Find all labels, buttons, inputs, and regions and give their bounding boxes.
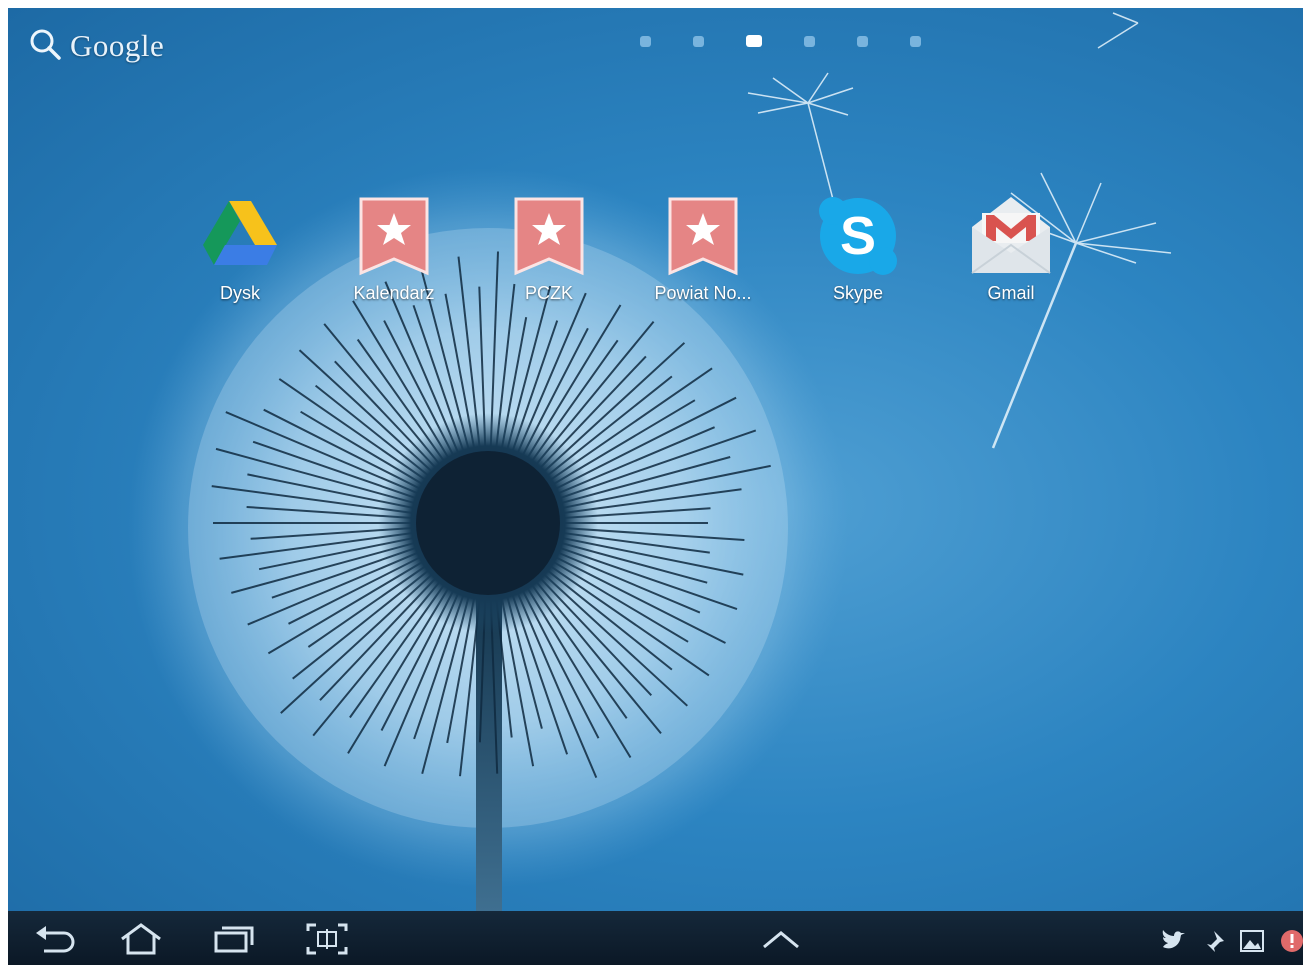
app-label: Kalendarz (353, 283, 435, 303)
home-screen: Google Dysk Kalendarz PCZK Powiat No... … (8, 8, 1303, 911)
alert-icon[interactable] (1278, 927, 1303, 955)
skype-icon: S (815, 193, 901, 279)
app-label: Dysk (220, 283, 260, 303)
app-shortcut-dysk[interactable]: Dysk (175, 193, 305, 313)
app-label: PCZK (524, 283, 573, 303)
app-shortcut-powiat[interactable]: Powiat No... (638, 193, 768, 313)
app-shortcut-kalendarz[interactable]: Kalendarz (329, 193, 459, 313)
home-icon (121, 923, 161, 955)
app-label: Powiat No... (654, 283, 752, 303)
page-indicator (640, 34, 921, 48)
gallery-icon[interactable] (1238, 927, 1266, 955)
bookmark-star-icon (660, 193, 746, 279)
page-dot[interactable] (693, 35, 704, 47)
recent-apps-button[interactable] (208, 921, 258, 957)
bookmark-star-icon (351, 193, 437, 279)
page-dot[interactable] (857, 35, 868, 47)
app-drawer-button[interactable] (756, 921, 806, 957)
search-icon (28, 27, 62, 66)
page-dot-active[interactable] (746, 35, 762, 47)
page-dot[interactable] (640, 35, 651, 47)
back-button[interactable] (30, 921, 80, 957)
app-label: Skype (832, 283, 884, 303)
system-nav-bar (8, 911, 1303, 965)
dandelion-wallpaper (128, 12, 1172, 911)
app-shortcut-pczk[interactable]: PCZK (484, 193, 614, 313)
svg-text:S: S (840, 206, 876, 266)
twitter-icon[interactable] (1160, 927, 1188, 955)
page-dot[interactable] (910, 35, 921, 47)
recent-apps-icon (214, 926, 254, 953)
pin-icon[interactable] (1200, 927, 1228, 955)
screenshot-button[interactable] (302, 921, 352, 957)
app-shortcut-gmail[interactable]: Gmail (946, 193, 1076, 313)
search-label: Google (70, 28, 165, 63)
page-dot[interactable] (804, 35, 815, 47)
home-button[interactable] (116, 921, 166, 957)
gmail-icon (968, 193, 1054, 279)
screenshot-icon (306, 923, 348, 955)
app-label: Gmail (987, 283, 1035, 303)
google-search-widget[interactable]: Google (28, 24, 188, 68)
back-icon (36, 926, 75, 953)
bookmark-star-icon (506, 193, 592, 279)
app-drawer-up-icon (763, 931, 799, 949)
google-drive-icon (197, 193, 283, 279)
app-shortcut-skype[interactable]: S Skype (793, 193, 923, 313)
